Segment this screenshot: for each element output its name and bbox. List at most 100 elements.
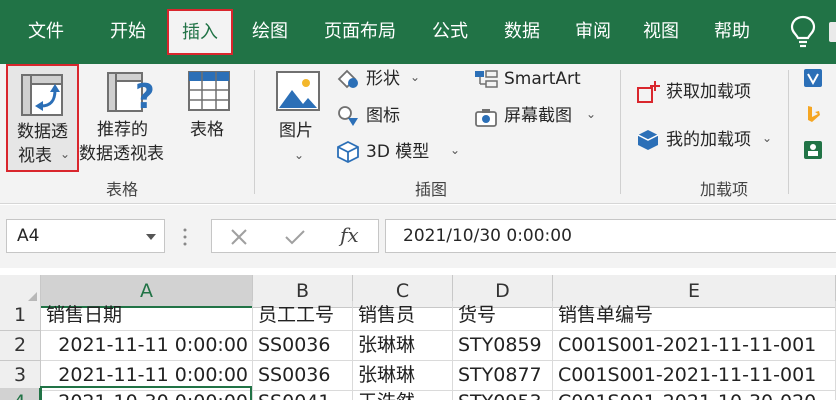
my-addins-label: 我的加载项 <box>666 130 751 150</box>
tab-help[interactable]: 帮助 <box>700 0 764 64</box>
row-header[interactable]: 3 <box>0 361 41 391</box>
shapes-icon <box>337 69 358 89</box>
pivot-table-button[interactable]: 数据透 视表 ⌄ <box>6 64 79 172</box>
table-cell[interactable]: 销售员 <box>353 301 453 331</box>
smartart-button[interactable]: SmartArt <box>474 66 594 94</box>
recommended-pivot-label-2: 数据透视表 <box>79 144 164 164</box>
table-cell[interactable]: SS0036 <box>253 331 353 361</box>
table-cell[interactable]: 员工工号 <box>253 301 353 331</box>
tab-home[interactable]: 开始 <box>96 0 160 64</box>
active-cell-outline <box>40 386 252 400</box>
icons-icon <box>338 106 358 126</box>
3d-models-button[interactable]: 3D 模型 ⌄ <box>336 139 466 167</box>
table-cell[interactable]: C001S001-2021-10-30-020 <box>553 388 836 400</box>
shapes-label: 形状 <box>366 69 400 89</box>
cancel-icon[interactable] <box>230 228 248 246</box>
pivot-table-label-1: 数据透 <box>17 122 68 142</box>
ribbon-separator <box>254 70 255 194</box>
ribbon-separator <box>620 70 621 194</box>
formula-input[interactable]: 2021/10/30 0:00:00 <box>385 219 836 253</box>
my-addins-icon <box>637 130 659 150</box>
table-cell[interactable]: STY0859 <box>453 331 553 361</box>
chevron-down-icon: ⌄ <box>450 143 461 157</box>
tab-view[interactable]: 视图 <box>629 0 693 64</box>
menu-overflow-edge <box>829 22 836 42</box>
row-header[interactable]: 4 <box>0 388 41 400</box>
chevron-down-icon: ⌄ <box>762 131 773 145</box>
bing-maps-icon[interactable] <box>803 104 823 124</box>
name-box-value: A4 <box>17 226 40 246</box>
pivot-table-label-2: 视表 <box>18 146 52 166</box>
ribbon: 数据透 视表 ⌄ ? 推荐的 数据透视表 表格 表格 图片 ⌄ 形状 ⌄ 图标 … <box>0 64 836 204</box>
visio-icon[interactable] <box>803 68 823 88</box>
pictures-button[interactable]: 图片 ⌄ <box>270 64 328 172</box>
tab-review[interactable]: 审阅 <box>561 0 625 64</box>
cube-icon <box>337 140 359 164</box>
shapes-button[interactable]: 形状 ⌄ <box>336 66 436 94</box>
chevron-down-icon[interactable] <box>146 234 156 240</box>
icons-button[interactable]: 图标 <box>336 103 436 131</box>
table-cell[interactable]: 货号 <box>453 301 553 331</box>
insert-function-button[interactable]: fx <box>340 223 359 247</box>
pivot-table-icon <box>21 74 63 116</box>
table-cell[interactable]: 销售日期 <box>41 301 253 331</box>
screenshot-label: 屏幕截图 <box>504 106 572 126</box>
screenshot-button[interactable]: 屏幕截图 ⌄ <box>474 103 614 131</box>
table-cell[interactable]: 王浩然 <box>353 388 453 400</box>
chevron-down-icon: ⌄ <box>410 70 421 84</box>
chevron-down-icon: ⌄ <box>60 147 71 161</box>
table-cell[interactable]: STY0953 <box>453 388 553 400</box>
picture-icon <box>276 71 320 111</box>
people-graph-icon[interactable] <box>803 140 823 160</box>
recommended-pivot-icon: ? <box>107 72 155 116</box>
formula-value: 2021/10/30 0:00:00 <box>403 226 572 246</box>
worksheet-grid: A B C D E 1 销售日期 员工工号 销售员 货号 销售单编号 2 202… <box>0 268 836 400</box>
table-label: 表格 <box>190 120 224 140</box>
smartart-icon <box>475 70 498 88</box>
table-cell[interactable]: 销售单编号 <box>553 301 836 331</box>
group-label-tables: 表格 <box>106 180 139 199</box>
tab-file[interactable]: 文件 <box>14 0 78 64</box>
my-addins-button[interactable]: 我的加载项 ⌄ <box>636 126 776 154</box>
chevron-down-icon: ⌄ <box>294 148 305 162</box>
tab-insert[interactable]: 插入 <box>167 9 233 55</box>
recommended-pivot-button[interactable]: ? 推荐的 数据透视表 <box>79 64 175 172</box>
table-icon <box>188 71 230 111</box>
get-addins-button[interactable]: 获取加载项 <box>636 78 776 106</box>
tab-data[interactable]: 数据 <box>490 0 554 64</box>
tab-page-layout[interactable]: 页面布局 <box>310 0 410 64</box>
check-icon[interactable] <box>284 228 306 246</box>
name-box[interactable]: A4 <box>6 219 165 253</box>
table-cell[interactable]: C001S001-2021-11-11-001 <box>553 331 836 361</box>
ribbon-separator <box>788 70 789 194</box>
row-header[interactable]: 1 <box>0 301 41 331</box>
table-cell[interactable]: C001S001-2021-11-11-001 <box>553 361 836 391</box>
chevron-down-icon: ⌄ <box>586 107 597 121</box>
formula-actions: fx <box>211 219 379 253</box>
table-cell[interactable]: STY0877 <box>453 361 553 391</box>
formula-bar: A4 fx 2021/10/30 0:00:00 <box>0 205 836 268</box>
table-cell[interactable]: 张琳琳 <box>353 361 453 391</box>
table-cell[interactable]: SS0036 <box>253 361 353 391</box>
3d-models-label: 3D 模型 <box>366 142 430 162</box>
recommended-pivot-label-1: 推荐的 <box>97 120 148 140</box>
icons-label: 图标 <box>366 106 400 126</box>
tab-draw[interactable]: 绘图 <box>238 0 302 64</box>
drag-handle-icon[interactable] <box>182 227 188 247</box>
group-label-illustrations: 插图 <box>415 180 448 199</box>
camera-icon <box>475 109 497 127</box>
tab-formulas[interactable]: 公式 <box>418 0 482 64</box>
get-addins-icon <box>637 81 660 103</box>
group-label-addins: 加载项 <box>700 180 749 199</box>
table-button[interactable]: 表格 <box>181 64 241 172</box>
lightbulb-icon[interactable] <box>790 14 816 50</box>
table-cell[interactable]: 张琳琳 <box>353 331 453 361</box>
table-cell[interactable]: 2021-11-11 0:00:00 <box>41 331 253 361</box>
svg-text:?: ? <box>135 77 155 116</box>
menu-bar: 文件 开始 插入 绘图 页面布局 公式 数据 审阅 视图 帮助 <box>0 0 836 64</box>
get-addins-label: 获取加载项 <box>666 82 751 102</box>
table-cell[interactable]: SS0041 <box>253 388 353 400</box>
row-header[interactable]: 2 <box>0 331 41 361</box>
pictures-label: 图片 <box>279 121 313 141</box>
smartart-label: SmartArt <box>504 69 581 89</box>
